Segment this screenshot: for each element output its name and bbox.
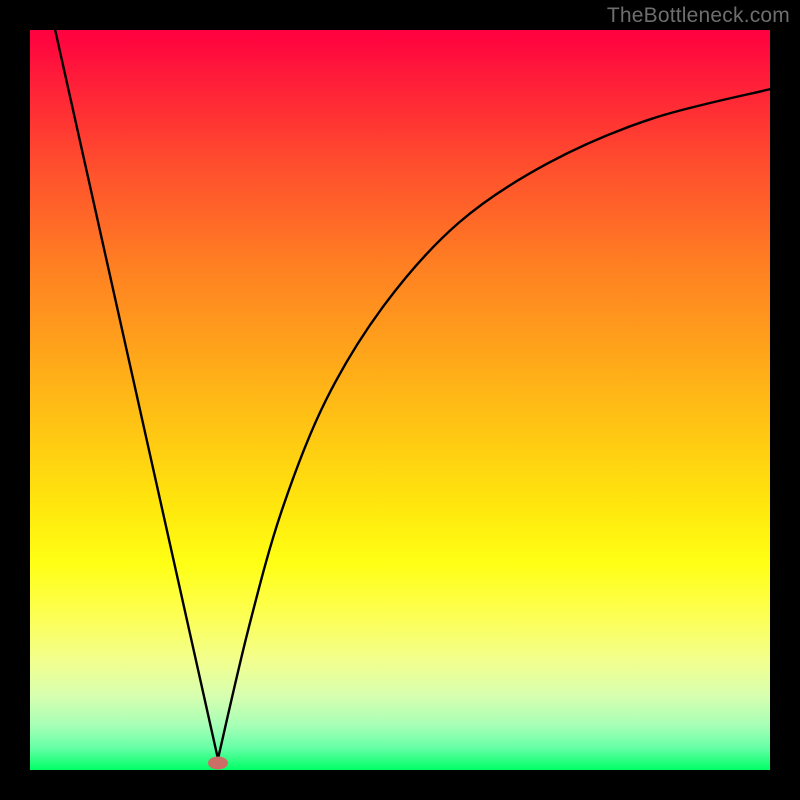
bottleneck-curve — [30, 30, 770, 770]
watermark-text: TheBottleneck.com — [607, 4, 790, 28]
optimal-point-marker — [208, 756, 228, 769]
chart-frame: TheBottleneck.com — [0, 0, 800, 800]
plot-area — [30, 30, 770, 770]
